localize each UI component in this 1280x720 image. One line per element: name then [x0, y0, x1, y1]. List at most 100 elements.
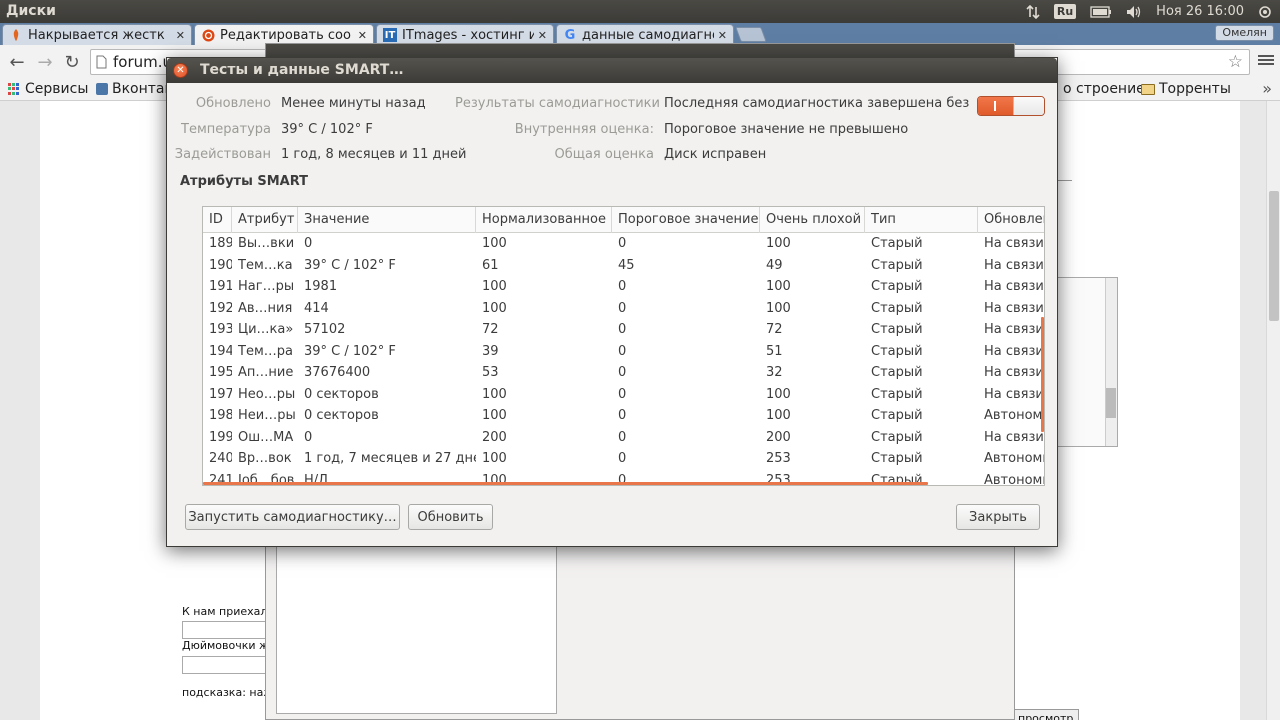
bookmark-folder-build[interactable]: о строение [1063, 81, 1145, 97]
table-row[interactable]: 192 Ав…ния 414 100 0 100 Старый На связи [203, 298, 1044, 320]
toggle-knob[interactable] [1013, 97, 1044, 115]
refresh-button[interactable]: Обновить [408, 504, 493, 530]
form-input-1[interactable] [182, 621, 272, 639]
run-selftest-button[interactable]: Запустить самодиагностику… [185, 504, 400, 530]
cell-attr: Неи…ры [238, 408, 296, 423]
tab-close-icon[interactable]: ✕ [718, 29, 727, 42]
dialog-titlebar: ✕ Тесты и данные SMART… [167, 58, 1057, 83]
tab-google-search[interactable]: G данные самодиагно ✕ [556, 24, 734, 45]
cell-thresh: 0 [618, 451, 627, 466]
tab-edit-post[interactable]: Редактировать соо ✕ [194, 24, 374, 45]
column-header-value[interactable]: Значение [298, 207, 476, 233]
cell-thresh: 0 [618, 322, 627, 337]
table-row[interactable]: 240 Вр…вок 1 год, 7 месяцев и 27 дней 100 0 2… [203, 448, 1044, 470]
chrome-menu-icon[interactable] [1258, 53, 1274, 69]
table-horizontal-scrollbar[interactable] [203, 482, 928, 485]
table-row[interactable]: 189 Вы…вки 0 100 0 100 Старый На связи [203, 233, 1044, 255]
power-gear-icon[interactable] [1258, 5, 1272, 19]
keyboard-layout-indicator[interactable]: Ru [1053, 4, 1077, 19]
bookmarks-overflow-icon[interactable]: » [1262, 79, 1272, 98]
toggle-on-indicator [978, 97, 1013, 115]
cell-thresh: 0 [618, 365, 627, 380]
cell-worst: 253 [766, 451, 791, 466]
cell-worst: 100 [766, 236, 791, 251]
cell-attr: Ци…ка» [238, 322, 294, 337]
cell-id: 189 [209, 236, 232, 251]
close-icon[interactable]: ✕ [173, 63, 188, 78]
cell-attr: Наг…ры [238, 279, 295, 294]
cell-upd: На связи [984, 257, 1044, 273]
column-header-worst[interactable]: Очень плохой [760, 207, 865, 233]
cell-norm: 53 [482, 365, 499, 380]
cell-worst: 51 [766, 343, 783, 359]
page-scrollbar-thumb[interactable] [1269, 191, 1279, 321]
smart-dialog: ✕ Тесты и данные SMART… Обновлено Менее … [166, 57, 1058, 547]
tab-forum-disk[interactable]: Накрывается жестк ✕ [2, 24, 192, 45]
bookmark-services[interactable]: Сервисы [8, 81, 88, 97]
bookmark-label: Вконтак [112, 81, 173, 97]
table-row[interactable]: 197 Нео…ры 0 секторов 100 0 100 Старый На связи [203, 384, 1044, 406]
info-value-powered-on: 1 год, 8 месяцев и 11 дней [281, 147, 467, 162]
table-row[interactable]: 193 Ци…ка» 57102 72 0 72 Старый На связи [203, 319, 1044, 341]
cell-thresh: 0 [618, 408, 627, 423]
cell-norm: 100 [482, 300, 507, 316]
close-button[interactable]: Закрыть [956, 504, 1040, 530]
cell-upd: На связи [984, 343, 1044, 359]
table-vertical-scrollbar[interactable] [1041, 317, 1044, 432]
panel-indicators: Ru Ноя 26 16:00 [1026, 0, 1272, 23]
tab-close-icon[interactable]: ✕ [538, 29, 547, 42]
tab-close-icon[interactable]: ✕ [358, 29, 367, 42]
cell-type: Старый [871, 300, 923, 316]
cell-type: Старый [871, 451, 923, 466]
table-row[interactable]: 199 Ош…МА 0 200 0 200 Старый На связи [203, 427, 1044, 449]
table-row[interactable]: 195 Ап…ние 37676400 53 0 32 Старый На связи [203, 362, 1044, 384]
cell-worst: 72 [766, 322, 783, 337]
battery-icon[interactable] [1090, 5, 1112, 18]
cell-thresh: 0 [618, 300, 627, 316]
cell-worst: 100 [766, 386, 791, 402]
column-header-updates[interactable]: Обновлен [978, 207, 1044, 233]
table-row[interactable]: 191 Наг…ры 1981 100 0 100 Старый На связи [203, 276, 1044, 298]
background-dialog-textarea[interactable] [276, 524, 557, 714]
clock[interactable]: Ноя 26 16:00 [1156, 4, 1244, 19]
bookmark-label: Торренты [1159, 81, 1231, 97]
tab-itmages[interactable]: IT ITmages - хостинг и ✕ [376, 24, 554, 45]
new-tab-button[interactable] [735, 27, 767, 42]
cell-norm: 100 [482, 236, 507, 251]
table-row[interactable]: 198 Неи…ры 0 секторов 100 0 100 Старый Автономн [203, 405, 1045, 427]
volume-icon[interactable] [1126, 5, 1142, 19]
back-arrow-icon[interactable]: ← [6, 51, 28, 73]
cell-type: Старый [871, 236, 923, 251]
tab-close-icon[interactable]: ✕ [176, 29, 185, 42]
form-input-2[interactable] [182, 656, 272, 674]
page-scrollbar[interactable] [1266, 101, 1280, 720]
table-row[interactable]: 194 Тем…ра 39° C / 102° F 39 0 51 Старый На свя… [203, 341, 1044, 363]
smart-enable-toggle[interactable] [977, 96, 1045, 116]
cell-id: 193 [209, 322, 232, 337]
cell-value: 37676400 [304, 365, 371, 380]
reload-icon[interactable]: ↻ [61, 51, 83, 73]
column-header-id[interactable]: ID [203, 207, 232, 233]
cell-norm: 100 [482, 408, 507, 423]
column-header-type[interactable]: Тип [865, 207, 978, 233]
preview-button[interactable]: просмотр [1012, 709, 1080, 720]
cell-type: Старый [871, 343, 923, 359]
form-label-1: К нам приехали [182, 605, 275, 618]
smart-attributes-table: ID Атрибут Значение Нормализованное Поро… [202, 206, 1045, 486]
cell-attr: Ав…ния [238, 300, 293, 316]
column-header-attribute[interactable]: Атрибут [232, 207, 298, 233]
column-header-normalized[interactable]: Нормализованное [476, 207, 612, 233]
column-header-threshold[interactable]: Пороговое значение [612, 207, 760, 233]
cell-upd: Автономн [984, 408, 1045, 423]
bookmark-star-icon[interactable]: ☆ [1228, 52, 1243, 72]
table-row[interactable]: 190 Тем…ка 39° C / 102° F 61 45 49 Старый На св… [203, 255, 1044, 277]
bookmark-label: о строение [1063, 81, 1145, 97]
network-updown-icon[interactable] [1026, 4, 1040, 19]
scrollbar-track[interactable] [1105, 278, 1117, 446]
profile-chip[interactable]: Омелян [1215, 25, 1274, 41]
forward-arrow-icon[interactable]: → [34, 51, 56, 73]
cell-upd: На связи [984, 386, 1044, 402]
bookmark-folder-torrents[interactable]: Торренты [1141, 81, 1231, 97]
bookmark-vk[interactable]: Вконтак [96, 81, 173, 97]
scrollbar-thumb[interactable] [1106, 388, 1116, 418]
